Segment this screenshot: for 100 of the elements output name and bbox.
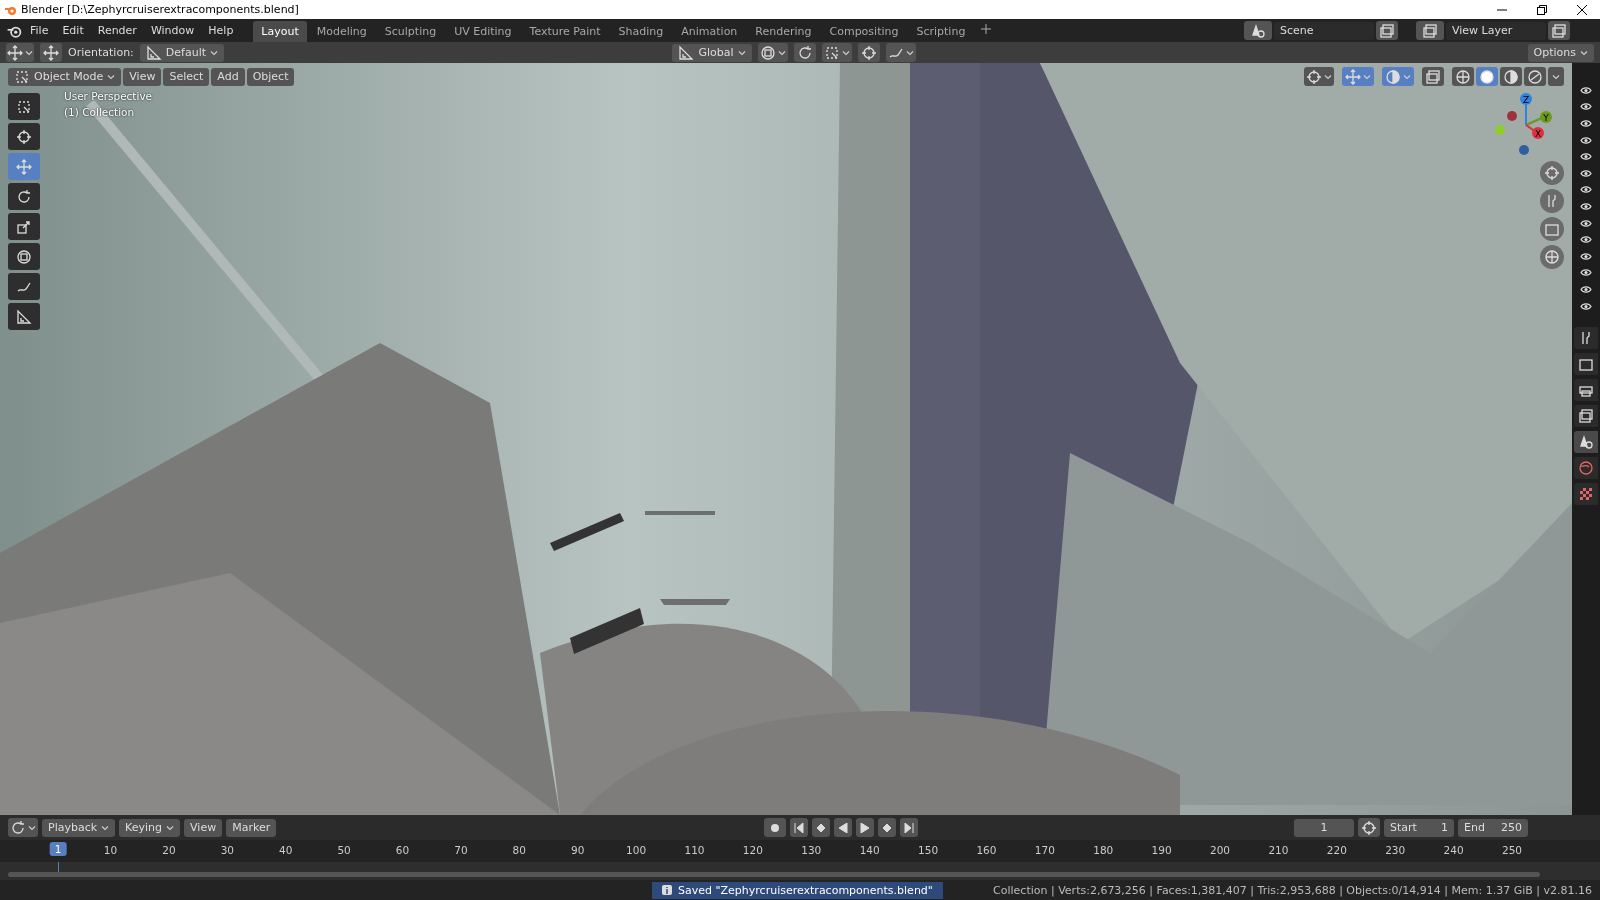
frame-number: 220	[1326, 844, 1347, 856]
pivot-button[interactable]	[757, 43, 788, 62]
workspace-tab[interactable]: Compositing	[821, 21, 907, 42]
move-tool-button[interactable]	[40, 43, 62, 62]
menu-item[interactable]: Render	[91, 22, 143, 39]
overlay-toggle-button[interactable]	[1382, 67, 1414, 86]
menu-item[interactable]: Edit	[56, 22, 90, 39]
properties-tab[interactable]	[1574, 327, 1598, 350]
jump-end-button[interactable]	[900, 818, 919, 837]
scene-field[interactable]: Scene	[1274, 21, 1374, 40]
tool-button[interactable]	[8, 93, 40, 120]
prev-key-button[interactable]	[812, 818, 831, 837]
rotate-icon	[10, 819, 26, 836]
workspace-tab[interactable]: Shading	[610, 21, 672, 42]
timeline-menu[interactable]: Keying	[119, 818, 181, 837]
tool-button[interactable]	[8, 243, 40, 270]
menu-item[interactable]: Window	[144, 22, 201, 39]
properties-tab[interactable]	[1574, 483, 1598, 506]
workspace-tab[interactable]: Animation	[673, 21, 746, 42]
record-button[interactable]	[764, 818, 787, 837]
record-dot-icon	[771, 823, 780, 832]
eye-icon[interactable]	[1580, 268, 1592, 278]
tool-button[interactable]	[8, 123, 40, 150]
visibility-button[interactable]	[1304, 67, 1334, 86]
properties-tab[interactable]	[1574, 431, 1598, 454]
shading-mode-button[interactable]	[1476, 67, 1498, 86]
transform-orientation-dropdown[interactable]: Global	[672, 43, 752, 62]
view-layer-selector-button[interactable]	[1416, 21, 1444, 40]
new-scene-button[interactable]	[1376, 21, 1398, 40]
eye-icon[interactable]	[1580, 251, 1592, 261]
properties-tab[interactable]	[1574, 353, 1598, 376]
workspace-tab[interactable]: Rendering	[747, 21, 820, 42]
workspace-tab[interactable]: Scripting	[908, 21, 974, 42]
jump-start-button[interactable]	[790, 818, 809, 837]
eye-icon[interactable]	[1580, 218, 1592, 228]
orientation-dropdown[interactable]: Default	[139, 43, 224, 62]
eye-icon[interactable]	[1580, 201, 1592, 211]
move-arrows-icon	[43, 44, 59, 61]
workspace-tab[interactable]: Texture Paint	[521, 21, 609, 42]
eye-icon[interactable]	[1580, 185, 1592, 195]
menu-item[interactable]: Help	[202, 22, 240, 39]
frame-number: 200	[1210, 844, 1231, 856]
eye-icon[interactable]	[1580, 152, 1592, 162]
timeline-menu[interactable]: Marker	[226, 818, 277, 837]
eye-icon[interactable]	[1580, 168, 1592, 178]
playhead[interactable]: 1	[49, 842, 67, 856]
timeline-menu[interactable]: Playback	[42, 818, 116, 837]
workspace-tab[interactable]: Layout	[253, 21, 307, 42]
eye-icon[interactable]	[1580, 301, 1592, 311]
transform-icon	[759, 44, 776, 61]
eye-icon[interactable]	[1580, 85, 1592, 95]
eye-icon[interactable]	[1580, 284, 1592, 294]
falloff-button[interactable]	[885, 43, 916, 62]
scene-statistics: Collection | Verts:2,673,256 | Faces:1,381,407 | Tris:2,953,688 | Objects:0/14,914 | Mem: 1.37 GiB | v2.81.16	[993, 883, 1592, 897]
shading-mode-button[interactable]	[1500, 67, 1522, 86]
properties-tab[interactable]	[1574, 379, 1598, 402]
options-dropdown[interactable]: Options	[1527, 43, 1594, 62]
current-frame-field[interactable]: 1	[1294, 818, 1354, 837]
play-button[interactable]	[856, 818, 875, 837]
tool-button[interactable]	[8, 273, 40, 300]
eye-icon[interactable]	[1580, 119, 1592, 128]
proportional-edit-button[interactable]	[857, 43, 880, 62]
tool-button[interactable]	[8, 303, 40, 330]
timeline-scrollbar[interactable]	[8, 872, 1540, 877]
editor-type-button[interactable]	[8, 818, 38, 837]
shading-mode-button[interactable]	[1524, 67, 1546, 86]
shading-mode-button[interactable]	[1452, 67, 1474, 86]
scene-selector-button[interactable]	[1244, 21, 1272, 40]
end-frame-field[interactable]: End 250	[1458, 818, 1528, 837]
workspace-tab[interactable]: Sculpting	[376, 21, 445, 42]
new-view-layer-button[interactable]	[1548, 21, 1570, 40]
xray-button[interactable]	[1422, 67, 1444, 86]
next-key-button[interactable]	[878, 818, 897, 837]
tool-button[interactable]	[8, 183, 40, 210]
play-reverse-button[interactable]	[834, 818, 853, 837]
axis-gizmo-drawing[interactable]: Z Y X	[1494, 89, 1558, 155]
editor-type-button[interactable]	[6, 43, 34, 62]
tool-button[interactable]	[8, 213, 40, 240]
eye-icon[interactable]	[1580, 235, 1592, 245]
eye-icon[interactable]	[1580, 135, 1592, 145]
workspace-tab[interactable]: Modeling	[308, 21, 375, 42]
chevron-down-icon	[210, 48, 218, 57]
gizmo-toggle-button[interactable]	[1342, 67, 1374, 86]
3d-viewport[interactable]: Object Mode View Select Add Object User Perspective (1) Collection Z Y X	[0, 63, 1572, 815]
ruler-icon	[145, 44, 162, 61]
info-icon	[662, 885, 672, 895]
select-box-icon	[16, 98, 32, 115]
workspace-tab[interactable]: UV Editing	[446, 21, 520, 42]
menu-item[interactable]: File	[24, 22, 55, 39]
view-layer-field[interactable]: View Layer	[1446, 21, 1546, 40]
start-frame-field[interactable]: Start 1	[1384, 818, 1454, 837]
chevron-down-icon	[905, 48, 914, 57]
snap-button[interactable]	[793, 43, 816, 62]
timeline-menu[interactable]: View	[184, 818, 223, 837]
chevron-down-icon	[101, 823, 110, 832]
shading-options-button[interactable]	[1548, 67, 1564, 86]
snap-target-button[interactable]	[821, 43, 852, 62]
properties-tab[interactable]	[1574, 405, 1598, 428]
preview-range-button[interactable]	[1358, 818, 1380, 837]
eye-icon[interactable]	[1580, 102, 1592, 112]
